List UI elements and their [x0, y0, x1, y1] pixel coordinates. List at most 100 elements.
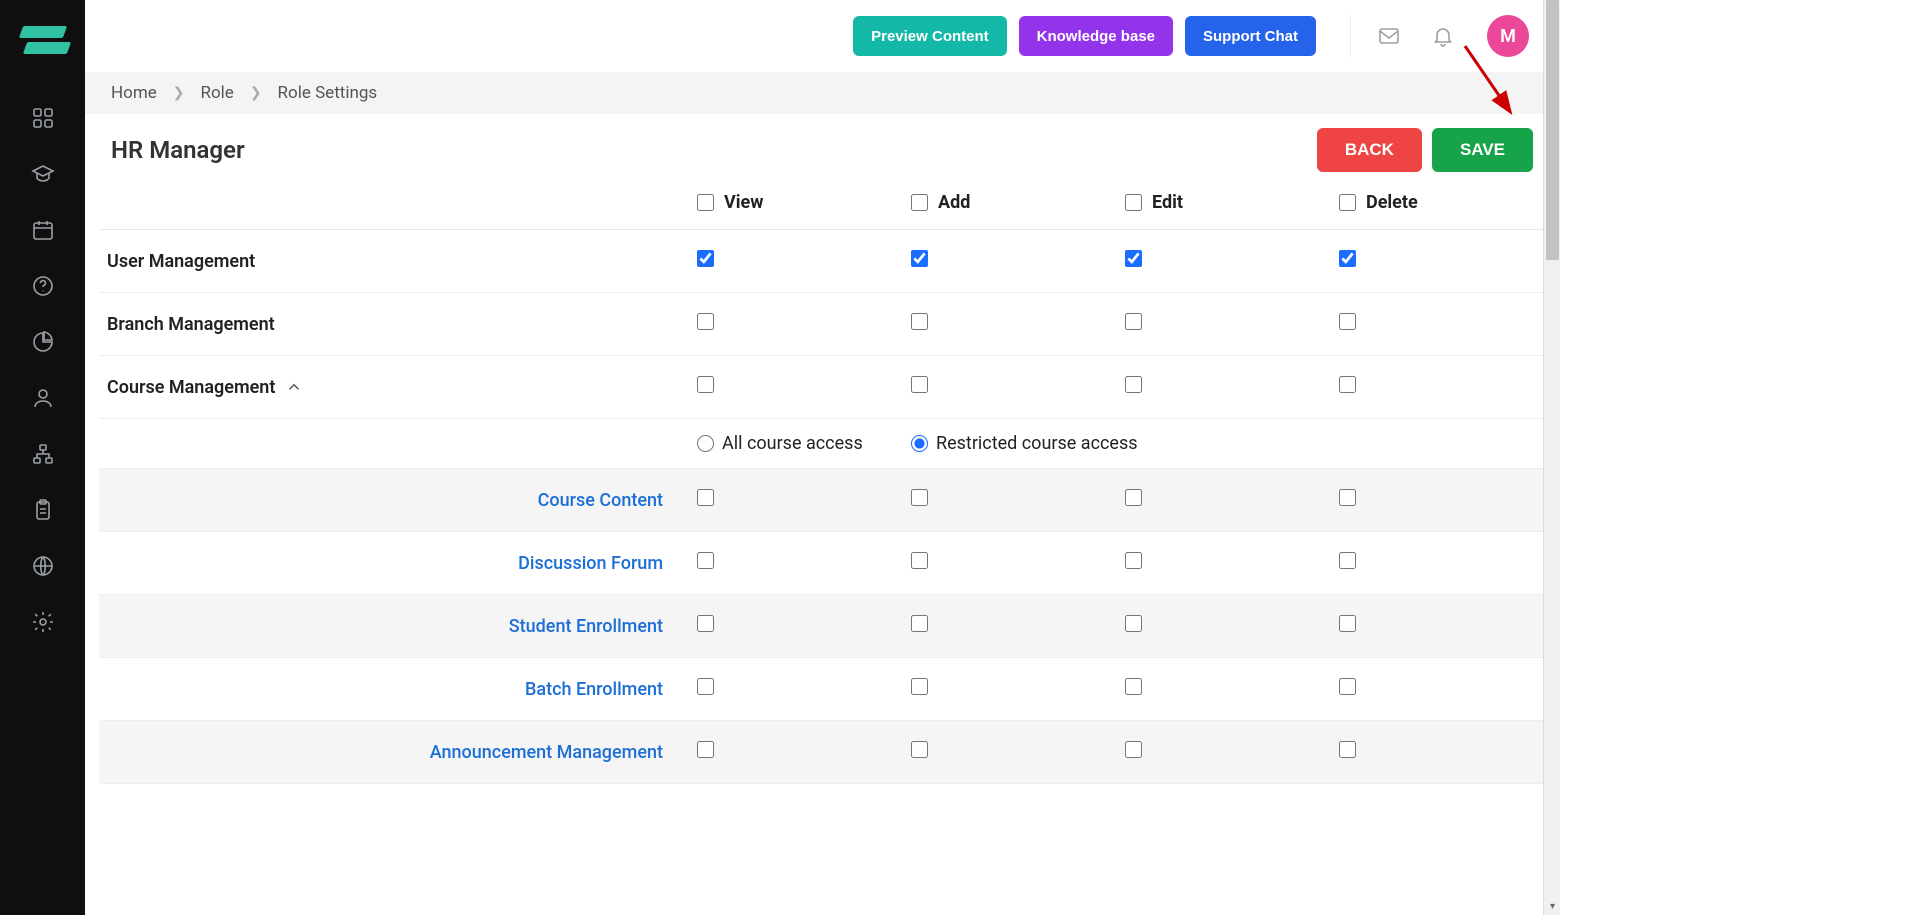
preview-content-button[interactable]: Preview Content — [853, 16, 1007, 56]
branch-mgmt-add-checkbox[interactable] — [911, 313, 928, 330]
announcement-delete-checkbox[interactable] — [1339, 741, 1356, 758]
radio-all-label: All course access — [722, 433, 863, 454]
announcement-edit-checkbox[interactable] — [1125, 741, 1142, 758]
help-circle-icon — [31, 274, 55, 298]
row-label-user-mgmt: User Management — [107, 251, 681, 272]
globe-icon — [31, 554, 55, 578]
announcement-view-checkbox[interactable] — [697, 741, 714, 758]
course-content-add-checkbox[interactable] — [911, 489, 928, 506]
permissions-table-wrap: View Add Edit Delete User Management — [85, 182, 1559, 798]
discussion-view-checkbox[interactable] — [697, 552, 714, 569]
browser-scrollbar[interactable]: ▴ ▾ — [1543, 0, 1560, 915]
nav-help[interactable] — [20, 263, 66, 309]
announcement-add-checkbox[interactable] — [911, 741, 928, 758]
support-chat-button[interactable]: Support Chat — [1185, 16, 1316, 56]
mail-button[interactable] — [1373, 20, 1405, 52]
nav-users[interactable] — [20, 375, 66, 421]
page-header: HR Manager BACK SAVE — [85, 114, 1559, 182]
course-mgmt-view-checkbox[interactable] — [697, 376, 714, 393]
breadcrumb-home[interactable]: Home — [111, 83, 157, 103]
sub-label-discussion[interactable]: Discussion Forum — [99, 532, 689, 595]
chevron-right-icon: ❯ — [173, 85, 185, 101]
page-title: HR Manager — [111, 136, 245, 164]
nav-settings[interactable] — [20, 599, 66, 645]
save-button[interactable]: SAVE — [1432, 128, 1533, 172]
batch-enroll-add-checkbox[interactable] — [911, 678, 928, 695]
collapse-toggle-course-mgmt[interactable] — [285, 378, 303, 396]
user-mgmt-edit-checkbox[interactable] — [1125, 250, 1142, 267]
radio-restricted-course-access[interactable]: Restricted course access — [911, 433, 1537, 454]
gear-icon — [31, 610, 55, 634]
user-mgmt-view-checkbox[interactable] — [697, 250, 714, 267]
nav-web[interactable] — [20, 543, 66, 589]
sub-label-student-enroll[interactable]: Student Enrollment — [99, 595, 689, 658]
radio-all-course-access-input[interactable] — [697, 435, 714, 452]
radio-all-course-access[interactable]: All course access — [697, 433, 895, 454]
row-course-access-mode: All course access Restricted course acce… — [99, 419, 1545, 469]
student-enroll-add-checkbox[interactable] — [911, 615, 928, 632]
bell-icon — [1431, 24, 1455, 48]
course-mgmt-edit-checkbox[interactable] — [1125, 376, 1142, 393]
back-button[interactable]: BACK — [1317, 128, 1422, 172]
pie-chart-icon — [31, 330, 55, 354]
nav-reports[interactable] — [20, 319, 66, 365]
row-discussion-forum: Discussion Forum — [99, 532, 1545, 595]
discussion-delete-checkbox[interactable] — [1339, 552, 1356, 569]
batch-enroll-delete-checkbox[interactable] — [1339, 678, 1356, 695]
discussion-add-checkbox[interactable] — [911, 552, 928, 569]
batch-enroll-edit-checkbox[interactable] — [1125, 678, 1142, 695]
branch-mgmt-view-checkbox[interactable] — [697, 313, 714, 330]
discussion-edit-checkbox[interactable] — [1125, 552, 1142, 569]
branch-mgmt-edit-checkbox[interactable] — [1125, 313, 1142, 330]
select-all-view-checkbox[interactable] — [697, 194, 714, 211]
user-avatar[interactable]: M — [1487, 15, 1529, 57]
chevron-right-icon: ❯ — [250, 85, 262, 101]
select-all-edit-checkbox[interactable] — [1125, 194, 1142, 211]
nav-academics[interactable] — [20, 151, 66, 197]
row-course-content: Course Content — [99, 469, 1545, 532]
nav-tasks[interactable] — [20, 487, 66, 533]
row-student-enrollment: Student Enrollment — [99, 595, 1545, 658]
select-all-delete-checkbox[interactable] — [1339, 194, 1356, 211]
scroll-down-arrow-icon[interactable]: ▾ — [1544, 898, 1561, 915]
nav-dashboard[interactable] — [20, 95, 66, 141]
app-logo — [21, 18, 65, 62]
mail-icon — [1377, 24, 1401, 48]
nav-calendar[interactable] — [20, 207, 66, 253]
sub-label-course-content[interactable]: Course Content — [99, 469, 689, 532]
row-user-management: User Management — [99, 230, 1545, 293]
student-enroll-view-checkbox[interactable] — [697, 615, 714, 632]
student-enroll-edit-checkbox[interactable] — [1125, 615, 1142, 632]
course-content-view-checkbox[interactable] — [697, 489, 714, 506]
col-add-label: Add — [938, 192, 970, 213]
course-content-edit-checkbox[interactable] — [1125, 489, 1142, 506]
sub-label-announcement[interactable]: Announcement Management — [99, 721, 689, 784]
nav-orgchart[interactable] — [20, 431, 66, 477]
sub-label-batch-enroll[interactable]: Batch Enrollment — [99, 658, 689, 721]
user-icon — [31, 386, 55, 410]
user-mgmt-delete-checkbox[interactable] — [1339, 250, 1356, 267]
user-mgmt-add-checkbox[interactable] — [911, 250, 928, 267]
notifications-button[interactable] — [1427, 20, 1459, 52]
student-enroll-delete-checkbox[interactable] — [1339, 615, 1356, 632]
course-content-delete-checkbox[interactable] — [1339, 489, 1356, 506]
topbar: Preview Content Knowledge base Support C… — [85, 0, 1559, 72]
row-course-management: Course Management — [99, 356, 1545, 419]
knowledge-base-button[interactable]: Knowledge base — [1019, 16, 1173, 56]
col-edit-label: Edit — [1152, 192, 1183, 213]
app-root: Preview Content Knowledge base Support C… — [0, 0, 1560, 915]
sidebar — [0, 0, 85, 915]
branch-mgmt-delete-checkbox[interactable] — [1339, 313, 1356, 330]
row-branch-management: Branch Management — [99, 293, 1545, 356]
batch-enroll-view-checkbox[interactable] — [697, 678, 714, 695]
grid-icon — [31, 106, 55, 130]
clipboard-icon — [31, 498, 55, 522]
course-mgmt-delete-checkbox[interactable] — [1339, 376, 1356, 393]
breadcrumb-role[interactable]: Role — [200, 83, 233, 103]
course-mgmt-add-checkbox[interactable] — [911, 376, 928, 393]
scrollbar-thumb[interactable] — [1546, 0, 1559, 260]
col-view-label: View — [724, 192, 763, 213]
chevron-up-icon — [285, 378, 303, 396]
radio-restricted-course-access-input[interactable] — [911, 435, 928, 452]
select-all-add-checkbox[interactable] — [911, 194, 928, 211]
